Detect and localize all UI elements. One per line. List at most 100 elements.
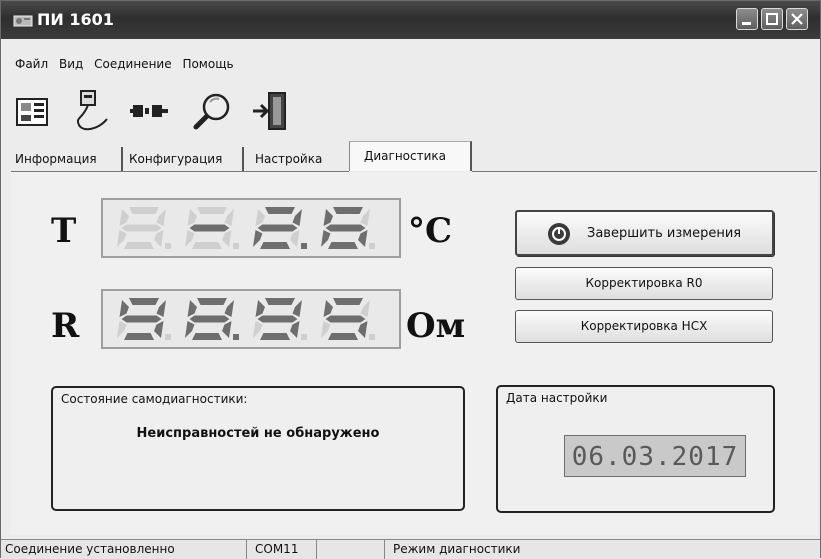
segment — [185, 321, 195, 338]
maximize-button[interactable] — [761, 8, 783, 30]
segment — [189, 315, 230, 323]
menu-file[interactable]: Файл — [15, 57, 48, 71]
stop-measurement-label: Завершить измерения — [587, 226, 742, 241]
segment — [197, 298, 227, 305]
stop-measurement-button[interactable]: Завершить измерения — [515, 210, 774, 256]
power-icon — [548, 223, 570, 245]
segment — [257, 315, 298, 323]
menu-connection[interactable]: Соединение — [94, 57, 171, 71]
segment — [156, 300, 166, 317]
segment — [328, 333, 358, 340]
close-icon — [791, 13, 803, 25]
segment — [224, 209, 234, 226]
tab-configuration-label: Конфигурация — [129, 152, 223, 166]
tab-settings[interactable]: Настройка — [251, 147, 349, 171]
status-connection: Соединение установленно — [1, 540, 247, 559]
segment — [333, 207, 363, 214]
segment — [257, 224, 298, 232]
status-empty — [321, 540, 385, 559]
segment — [323, 300, 333, 317]
decimal-point — [369, 334, 375, 340]
calibration-date-display: 06.03.2017 — [564, 435, 746, 477]
segment — [187, 209, 197, 226]
segment — [224, 300, 234, 317]
segment — [121, 315, 162, 323]
segment — [260, 333, 290, 340]
correct-r0-label: Корректировка R0 — [585, 276, 703, 290]
app-window: ПИ 1601 Файл Вид Соединение Помощь Инфор… — [0, 0, 821, 559]
cable-icon[interactable] — [73, 89, 113, 133]
menu-view[interactable]: Вид — [59, 57, 83, 71]
segment — [325, 315, 366, 323]
self-diagnostics-group: Состояние самодиагностики: Неисправносте… — [51, 386, 465, 511]
decimal-point — [165, 243, 171, 249]
resistance-segments — [117, 298, 375, 340]
segment — [328, 242, 358, 249]
correct-hsx-button[interactable]: Корректировка НСХ — [515, 310, 773, 343]
resistance-symbol: R — [51, 306, 80, 346]
segment — [358, 230, 368, 247]
resistance-unit: Ом — [406, 306, 466, 346]
segment — [124, 333, 154, 340]
tab-information[interactable]: Информация — [11, 147, 123, 171]
segment — [265, 207, 295, 214]
status-mode: Режим диагностики — [393, 542, 521, 556]
decimal-point — [165, 334, 171, 340]
status-port: COM11 — [251, 540, 317, 559]
menu-bar: Файл Вид Соединение Помощь — [15, 57, 241, 71]
segment — [129, 207, 159, 214]
plug-connect-icon[interactable] — [130, 89, 170, 133]
segment — [290, 230, 300, 247]
segment — [119, 209, 129, 226]
decimal-point — [301, 334, 307, 340]
title-bar[interactable]: ПИ 1601 — [1, 1, 820, 39]
self-diagnostics-caption: Состояние самодиагностики: — [61, 392, 248, 406]
segment — [321, 230, 331, 247]
temperature-display — [101, 198, 401, 258]
segment — [189, 224, 230, 232]
correct-r0-button[interactable]: Корректировка R0 — [515, 267, 773, 300]
segment — [187, 300, 197, 317]
segment — [360, 300, 370, 317]
segment — [129, 298, 159, 305]
exit-door-icon[interactable] — [251, 89, 291, 133]
correct-hsx-label: Корректировка НСХ — [580, 319, 708, 333]
segment — [156, 209, 166, 226]
segment — [154, 230, 164, 247]
calibration-date-group: Дата настройки 06.03.2017 — [496, 385, 775, 513]
segment — [333, 298, 363, 305]
device-panel-icon[interactable] — [15, 89, 55, 133]
magnifier-icon[interactable] — [192, 89, 232, 133]
segment — [260, 242, 290, 249]
segment — [360, 209, 370, 226]
decimal-point — [233, 243, 239, 249]
temperature-unit: °C — [408, 211, 453, 251]
decimal-point — [369, 243, 375, 249]
segment — [255, 209, 265, 226]
segment — [124, 242, 154, 249]
calibration-date-caption: Дата настройки — [506, 391, 608, 405]
temperature-segments — [117, 207, 375, 249]
menu-help[interactable]: Помощь — [182, 57, 233, 71]
segment — [292, 300, 302, 317]
tab-diagnostics-label: Диагностика — [364, 149, 447, 163]
close-button[interactable] — [786, 8, 808, 30]
app-logo-icon — [13, 15, 33, 27]
segment — [192, 242, 222, 249]
segment — [325, 224, 366, 232]
minimize-button[interactable] — [736, 8, 758, 30]
segment — [154, 321, 164, 338]
segment — [358, 321, 368, 338]
segment — [255, 300, 265, 317]
segment — [117, 321, 127, 338]
tab-configuration[interactable]: Конфигурация — [125, 147, 244, 171]
segment — [222, 230, 232, 247]
segment — [197, 207, 227, 214]
self-diagnostics-status: Неисправностей не обнаружено — [136, 426, 380, 441]
tab-diagnostics[interactable]: Диагностика — [349, 141, 472, 171]
segment — [265, 298, 295, 305]
decimal-point — [233, 334, 239, 340]
segment — [253, 321, 263, 338]
segment — [222, 321, 232, 338]
segment — [117, 230, 127, 247]
